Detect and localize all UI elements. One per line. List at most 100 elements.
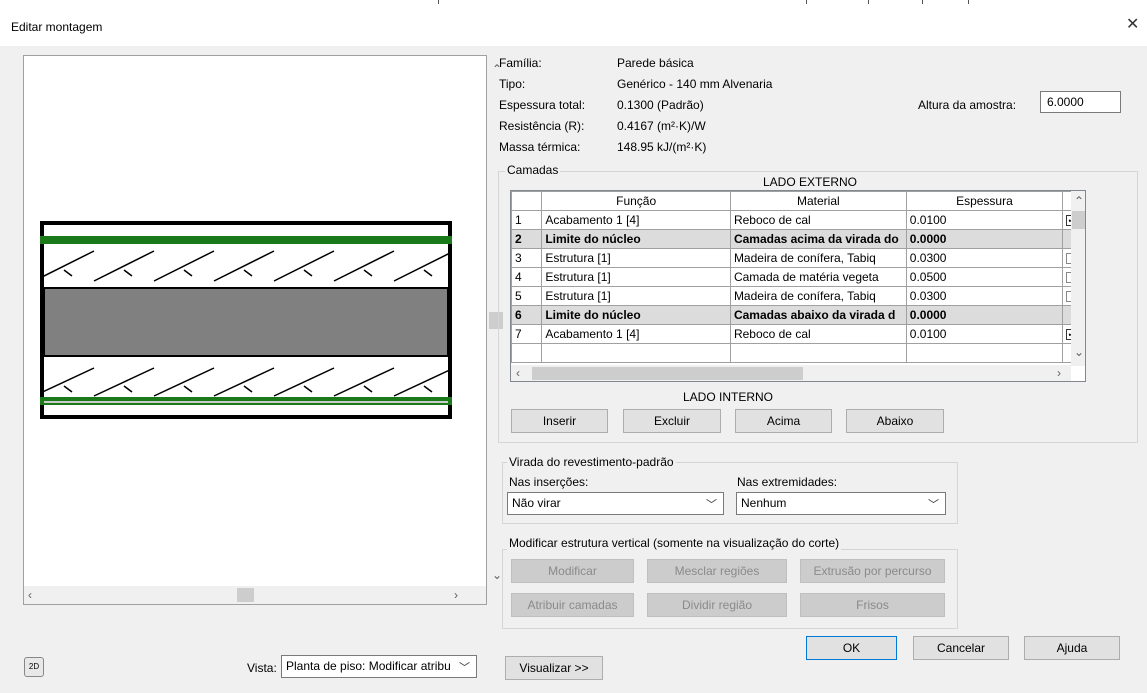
layer-espessura[interactable]: 0.0300: [905, 248, 1064, 268]
layer-num[interactable]: 5: [511, 286, 543, 306]
ajuda-button[interactable]: Ajuda: [1024, 636, 1120, 660]
altura-amostra-label: Altura da amostra:: [918, 98, 1017, 112]
abaixo-button[interactable]: Abaixo: [846, 409, 944, 433]
header-material[interactable]: Material: [729, 191, 907, 211]
mesclar-regioes-button[interactable]: Mesclar regiões: [647, 559, 787, 583]
close-icon[interactable]: ✕: [1126, 14, 1139, 34]
resistencia-label: Resistência (R):: [499, 119, 585, 133]
modificar-button[interactable]: Modificar: [511, 559, 634, 583]
layer-material[interactable]: Camadas acima da virada do: [729, 229, 907, 249]
layers-grid: Função Material Espessura 1 Acabamento 1 …: [511, 191, 1085, 363]
layer-funcao[interactable]: Estrutura [1]: [541, 267, 731, 287]
layer-funcao[interactable]: Estrutura [1]: [541, 248, 731, 268]
scrollbar-thumb[interactable]: [237, 588, 254, 602]
layer-row[interactable]: 5 Estrutura [1] Madeira de conífera, Tabiq…: [511, 286, 1085, 306]
lado-externo-label: LADO EXTERNO: [763, 175, 858, 189]
altura-amostra-input[interactable]: 6.0000: [1040, 91, 1121, 113]
top-edge-mark: [438, 0, 439, 4]
extremidades-value: Nenhum: [741, 496, 787, 510]
insercoes-select[interactable]: Não virar ﹀: [507, 492, 724, 515]
layer-num[interactable]: 1: [511, 210, 543, 230]
layer-num[interactable]: 4: [511, 267, 543, 287]
extremidades-select[interactable]: Nenhum ﹀: [736, 492, 946, 515]
massa-termica-label: Massa térmica:: [499, 140, 581, 154]
resistencia-value: 0.4167 (m²·K)/W: [617, 119, 706, 133]
table-horizontal-scrollbar[interactable]: ‹ ›: [511, 365, 1071, 381]
empty-cell: [905, 343, 1064, 363]
layers-table[interactable]: Função Material Espessura 1 Acabamento 1 …: [510, 190, 1086, 382]
familia-value: Parede básica: [617, 56, 694, 70]
layer-material[interactable]: Reboco de cal: [729, 324, 907, 344]
layer-funcao[interactable]: Limite do núcleo: [541, 305, 731, 325]
tipo-label: Tipo:: [499, 77, 526, 91]
scroll-down-icon[interactable]: ⌄: [492, 568, 502, 582]
layer-material[interactable]: Madeira de conífera, Tabiq: [729, 286, 907, 306]
excluir-button[interactable]: Excluir: [623, 409, 721, 433]
layer-material[interactable]: Camadas abaixo da virada d: [729, 305, 907, 325]
dividir-regiao-button[interactable]: Dividir região: [647, 593, 787, 617]
layer-row[interactable]: 7 Acabamento 1 [4] Reboco de cal 0.0100: [511, 324, 1085, 344]
layer-espessura[interactable]: 0.0000: [905, 305, 1064, 325]
wall-section-drawing: [40, 221, 452, 419]
acima-button[interactable]: Acima: [735, 409, 832, 433]
chevron-down-icon: ﹀: [706, 499, 717, 511]
layer-num[interactable]: 7: [511, 324, 543, 344]
vista-select[interactable]: Planta de piso: Modificar atribu ﹀: [281, 655, 477, 678]
layer-material[interactable]: Reboco de cal: [729, 210, 907, 230]
scroll-right-icon[interactable]: ›: [1057, 366, 1061, 380]
layer-num[interactable]: 2: [511, 229, 543, 249]
lado-interno-label: LADO INTERNO: [683, 390, 774, 404]
top-edge-mark: [806, 0, 807, 4]
layer-espessura[interactable]: 0.0300: [905, 286, 1064, 306]
familia-label: Família:: [499, 56, 542, 70]
preview-horizontal-scrollbar[interactable]: ‹ ›: [24, 586, 486, 604]
layer-row[interactable]: 6 Limite do núcleo Camadas abaixo da virad…: [511, 305, 1085, 325]
massa-termica-value: 148.95 kJ/(m²·K): [617, 140, 707, 154]
layer-espessura[interactable]: 0.0100: [905, 324, 1064, 344]
visualizar-button[interactable]: Visualizar >>: [505, 656, 603, 680]
window-title: Editar montagem: [11, 20, 103, 34]
atribuir-camadas-button[interactable]: Atribuir camadas: [511, 593, 634, 617]
table-vertical-scrollbar[interactable]: ⌃ ⌄: [1071, 191, 1085, 366]
top-edge-mark: [922, 0, 923, 4]
frisos-button[interactable]: Frisos: [800, 593, 945, 617]
ok-button[interactable]: OK: [806, 636, 897, 660]
layer-espessura[interactable]: 0.0100: [905, 210, 1064, 230]
espessura-total-label: Espessura total:: [499, 98, 586, 112]
chevron-down-icon: ﹀: [459, 662, 470, 674]
layer-row[interactable]: 1 Acabamento 1 [4] Reboco de cal 0.0100: [511, 210, 1085, 230]
layer-funcao[interactable]: Acabamento 1 [4]: [541, 324, 731, 344]
layer-material[interactable]: Camada de matéria vegeta: [729, 267, 907, 287]
view-2d-icon[interactable]: 2D: [24, 657, 44, 677]
header-espessura[interactable]: Espessura: [905, 191, 1064, 211]
layer-funcao[interactable]: Estrutura [1]: [541, 286, 731, 306]
title-bar: [0, 0, 1147, 46]
scroll-down-icon[interactable]: ⌄: [1074, 345, 1084, 359]
wall-preview[interactable]: ⌃ ⌄ ‹ ›: [23, 55, 505, 605]
layer-espessura[interactable]: 0.0500: [905, 267, 1064, 287]
layer-funcao[interactable]: Limite do núcleo: [541, 229, 731, 249]
layer-num[interactable]: 6: [511, 305, 543, 325]
layer-row[interactable]: 3 Estrutura [1] Madeira de conífera, Tabiq…: [511, 248, 1085, 268]
layer-espessura[interactable]: 0.0000: [905, 229, 1064, 249]
scrollbar-thumb[interactable]: [1072, 211, 1085, 229]
extremidades-label: Nas extremidades:: [737, 475, 838, 489]
scrollbar-thumb[interactable]: [532, 367, 803, 380]
layer-material[interactable]: Madeira de conífera, Tabiq: [729, 248, 907, 268]
scroll-left-icon[interactable]: ‹: [28, 588, 32, 602]
empty-cell: [511, 343, 543, 363]
layer-num[interactable]: 3: [511, 248, 543, 268]
scroll-up-icon[interactable]: ⌃: [1074, 194, 1084, 208]
header-num: [511, 191, 543, 211]
vista-value: Planta de piso: Modificar atribu: [286, 659, 451, 673]
layer-funcao[interactable]: Acabamento 1 [4]: [541, 210, 731, 230]
layer-row[interactable]: 4 Estrutura [1] Camada de matéria vegeta 0.…: [511, 267, 1085, 287]
scroll-right-icon[interactable]: ›: [454, 588, 458, 602]
extrusao-percurso-button[interactable]: Extrusão por percurso: [800, 559, 945, 583]
scroll-left-icon[interactable]: ‹: [516, 366, 520, 380]
cancelar-button[interactable]: Cancelar: [913, 636, 1009, 660]
layer-row[interactable]: 2 Limite do núcleo Camadas acima da virada…: [511, 229, 1085, 249]
inserir-button[interactable]: Inserir: [511, 409, 608, 433]
header-funcao[interactable]: Função: [541, 191, 731, 211]
camadas-group-label: Camadas: [505, 163, 561, 177]
